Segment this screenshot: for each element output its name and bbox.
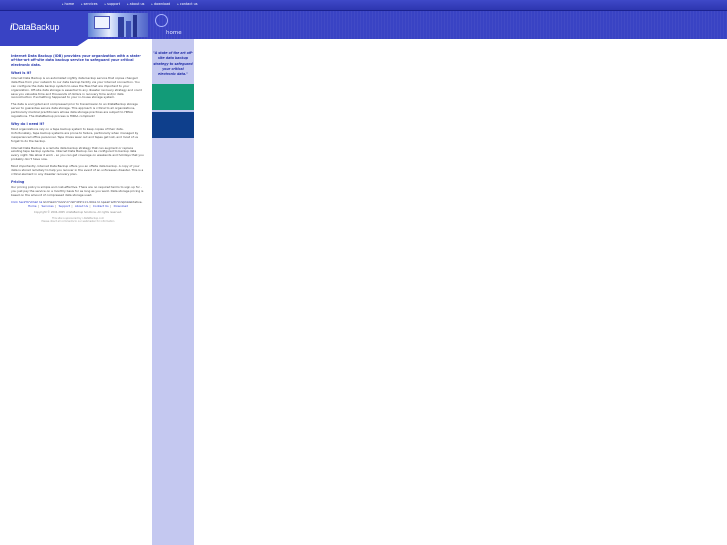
building-icon <box>133 15 137 37</box>
footer-link-download[interactable]: Download <box>114 204 128 208</box>
intro-text: Internet Data Backup (IDB) provides your… <box>11 54 142 67</box>
credit-line: Please direct all comments to our webmas… <box>41 220 115 224</box>
section-heading-why: Why do I need it? <box>11 121 45 126</box>
paragraph: Most organizations rely on a tape backup… <box>11 126 139 143</box>
nav-label: contact us <box>179 2 198 6</box>
separator: | <box>55 204 57 208</box>
nav-items: ▸home ▸services ▸support ▸about us ▸down… <box>62 2 198 6</box>
section-heading-pricing: Pricing <box>11 179 25 184</box>
footer-link-home[interactable]: Home <box>28 204 37 208</box>
building-icon <box>126 21 131 37</box>
credit-text: This site is sponsored by i-DataBackup.c… <box>11 217 145 224</box>
separator: | <box>71 204 73 208</box>
footer-link-about-us[interactable]: About Us <box>75 204 88 208</box>
paragraph: Internet Data Backup is a remote data ba… <box>11 145 144 162</box>
separator: | <box>89 204 91 208</box>
separator: | <box>110 204 112 208</box>
footer-link-support[interactable]: Support <box>59 204 70 208</box>
nav-label: about us <box>129 2 145 6</box>
bullet-icon: ▸ <box>81 2 83 6</box>
footer-link-contact-us[interactable]: Contact Us <box>93 204 109 208</box>
logo-text: DataBackup <box>12 22 60 32</box>
nav-item-support[interactable]: ▸support <box>105 2 121 6</box>
footer-links: Home | Services | Support | About Us | Conta… <box>11 204 145 208</box>
nav-item-services[interactable]: ▸services <box>81 2 97 6</box>
header-photo <box>88 13 148 37</box>
bullet-icon: ▸ <box>127 2 129 6</box>
page-title: home <box>166 30 182 36</box>
building-icon <box>118 17 124 37</box>
section-heading-what: What is it? <box>11 70 32 75</box>
monitor-icon <box>94 16 110 29</box>
nav-item-about-us[interactable]: ▸about us <box>127 2 144 6</box>
nav-label: home <box>64 2 75 6</box>
paragraph: Our pricing policy is simple and cost-ef… <box>11 184 144 197</box>
paragraph: Most importantly, Internet Data Backup o… <box>11 164 144 177</box>
bullet-icon: ▸ <box>104 2 107 6</box>
nav-label: support <box>107 2 121 6</box>
bullet-icon: ▸ <box>151 2 153 6</box>
site-logo[interactable]: iDataBackup <box>10 22 60 32</box>
copyright: Copyright © 2004-2005 i-DataBackup Solut… <box>33 211 123 214</box>
blue-feature-box <box>152 112 194 138</box>
green-feature-box <box>152 84 194 110</box>
bullet-icon: ▸ <box>177 2 179 6</box>
home-circle-icon <box>155 14 168 27</box>
bullet-icon: ▸ <box>62 2 64 6</box>
nav-label: download <box>153 2 171 6</box>
main-content: Internet Data Backup (IDB) provides your… <box>11 54 145 208</box>
nav-item-home[interactable]: ▸home <box>62 2 74 6</box>
top-navigation-bar: ▸home ▸services ▸support ▸about us ▸down… <box>0 0 727 11</box>
paragraph: The data is encrypted and compressed pri… <box>11 102 138 119</box>
footer-link-services[interactable]: Services <box>41 204 53 208</box>
nav-label: services <box>83 2 98 6</box>
footer-divider <box>24 201 132 202</box>
separator: | <box>38 204 40 208</box>
paragraph: Internet Data Backup is an automated nig… <box>11 75 142 100</box>
nav-item-download[interactable]: ▸download <box>151 2 170 6</box>
nav-item-contact-us[interactable]: ▸contact us <box>177 2 197 6</box>
sidebar-quote: "A state of the art off-site data backup… <box>153 51 193 77</box>
